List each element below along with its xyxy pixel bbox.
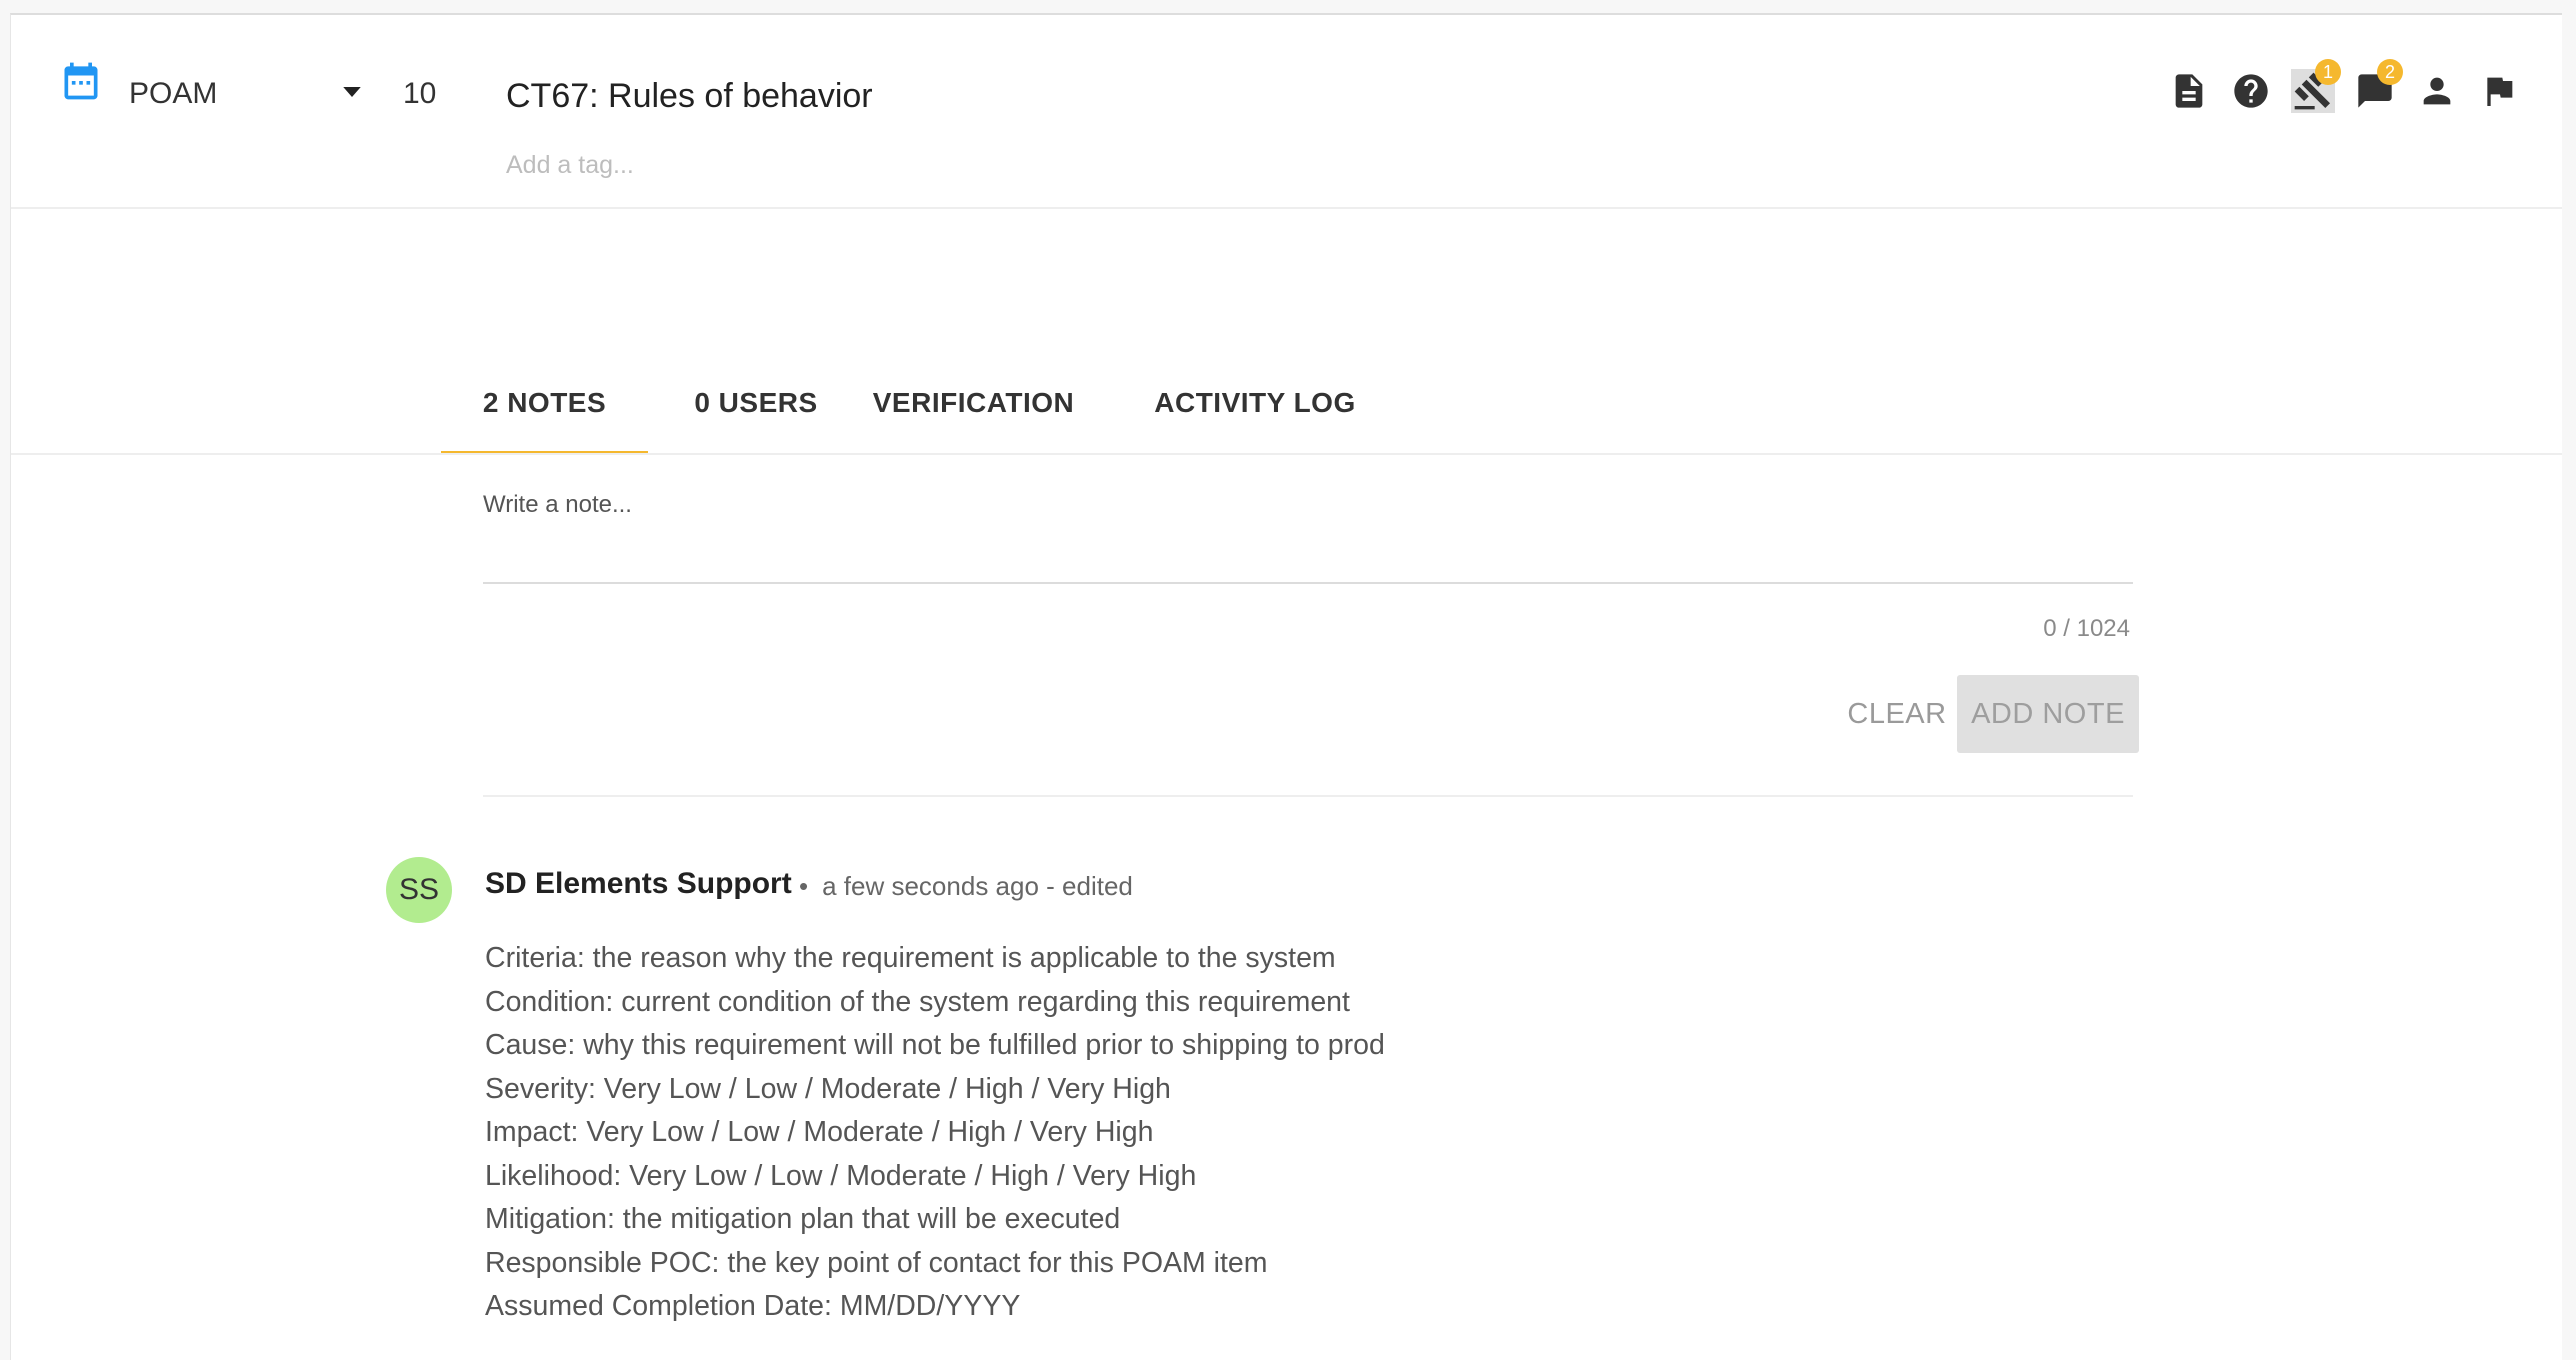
note-line: Responsible POC: the key point of contac… — [485, 1246, 1268, 1279]
note-author: SD Elements Support — [485, 867, 792, 900]
avatar: SS — [386, 857, 452, 923]
calendar-icon — [64, 62, 98, 100]
note-line: Impact: Very Low / Low / Moderate / High… — [485, 1116, 1154, 1148]
flag-icon[interactable] — [2477, 69, 2521, 113]
character-counter: 0 / 1024 — [2043, 615, 2130, 642]
note-body: Criteria: the reason why the requirement… — [485, 937, 1385, 1329]
notification-badge: 1 — [2315, 59, 2341, 85]
tab-verification[interactable]: VERIFICATION — [866, 345, 1081, 455]
phase-label[interactable]: POAM — [129, 77, 217, 111]
tag-input[interactable] — [506, 145, 1106, 185]
meta-separator: • — [799, 871, 809, 901]
tab-notes[interactable]: 2 NOTES — [441, 345, 648, 455]
tab-activity-log[interactable]: ACTIVITY LOG — [1145, 345, 1365, 455]
tabs-divider — [11, 453, 2562, 455]
clear-button[interactable]: CLEAR — [1819, 675, 1975, 753]
add-note-button[interactable]: ADD NOTE — [1957, 675, 2139, 753]
tab-users[interactable]: 0 USERS — [681, 345, 831, 455]
comment-count-badge: 2 — [2377, 59, 2403, 85]
note-line: Criteria: the reason why the requirement… — [485, 942, 1336, 974]
comment-icon[interactable]: 2 — [2353, 59, 2403, 113]
task-header: POAM 10 CT67: Rules of behavior 1 2 — [11, 15, 2562, 209]
priority-value[interactable]: 10 — [403, 77, 436, 111]
note-line: Condition: current condition of the syst… — [485, 985, 1350, 1018]
note-meta: • a few seconds ago - edited — [799, 871, 1133, 902]
document-icon[interactable] — [2167, 69, 2211, 113]
note-timestamp: a few seconds ago - edited — [822, 871, 1133, 901]
note-input[interactable] — [483, 477, 2133, 587]
composer-divider — [483, 795, 2133, 797]
note-line: Cause: why this requirement will not be … — [485, 1029, 1385, 1061]
task-detail-panel: POAM 10 CT67: Rules of behavior 1 2 2 NO… — [10, 13, 2562, 1360]
gavel-icon[interactable]: 1 — [2291, 59, 2341, 113]
task-title: CT67: Rules of behavior — [506, 77, 873, 115]
note-input-underline — [483, 582, 2133, 584]
help-icon[interactable] — [2229, 69, 2273, 113]
note-line: Mitigation: the mitigation plan that wil… — [485, 1203, 1121, 1235]
person-icon[interactable] — [2415, 69, 2459, 113]
note-line: Assumed Completion Date: MM/DD/YYYY — [485, 1290, 1021, 1322]
chevron-down-icon[interactable] — [337, 77, 367, 107]
note-line: Severity: Very Low / Low / Moderate / Hi… — [485, 1072, 1171, 1105]
note-line: Likelihood: Very Low / Low / Moderate / … — [485, 1159, 1197, 1192]
